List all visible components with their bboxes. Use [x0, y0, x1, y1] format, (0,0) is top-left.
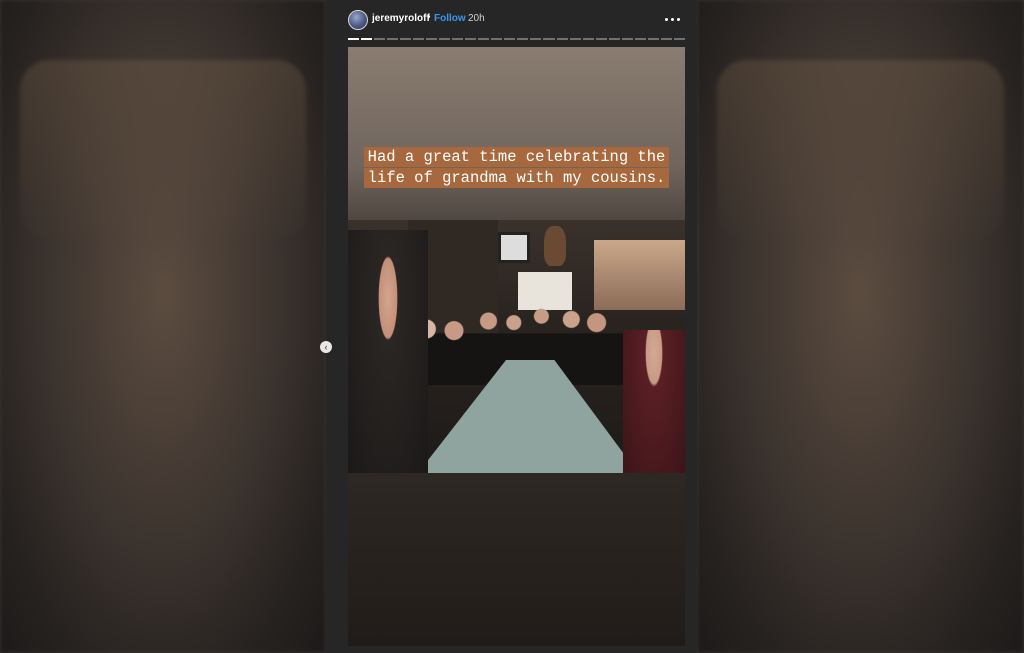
username[interactable]: jeremyroloff: [372, 13, 430, 24]
more-dots-icon[interactable]: [663, 12, 683, 26]
story-viewer: jeremyroloff • Follow 20h Had a great ti…: [320, 0, 697, 653]
story-progress-bar: [348, 38, 685, 40]
story-photo: [348, 220, 685, 473]
progress-segment: [491, 38, 503, 40]
story-media[interactable]: Had a great time celebrating the life of…: [348, 47, 685, 646]
progress-segment: [400, 38, 412, 40]
progress-segment: [569, 38, 581, 40]
progress-segment: [673, 38, 685, 40]
background-blur-left: [0, 0, 326, 653]
progress-segment: [361, 38, 373, 40]
separator-dot: •: [427, 12, 431, 23]
progress-segment: [504, 38, 516, 40]
story-caption: Had a great time celebrating the life of…: [348, 147, 685, 188]
progress-segment: [556, 38, 568, 40]
progress-segment: [387, 38, 399, 40]
story-caption-text: Had a great time celebrating the life of…: [363, 147, 670, 188]
progress-segment: [465, 38, 477, 40]
story-header: jeremyroloff • Follow 20h: [326, 0, 697, 40]
progress-segment: [660, 38, 672, 40]
progress-segment: [413, 38, 425, 40]
progress-segment: [517, 38, 529, 40]
progress-segment: [582, 38, 594, 40]
background-blur-right: [697, 0, 1024, 653]
post-time: 20h: [468, 13, 485, 24]
progress-segment: [634, 38, 646, 40]
progress-segment: [530, 38, 542, 40]
progress-segment: [608, 38, 620, 40]
follow-button[interactable]: Follow: [434, 13, 466, 24]
previous-story-button[interactable]: ‹: [320, 341, 332, 353]
progress-segment: [543, 38, 555, 40]
progress-segment: [647, 38, 659, 40]
progress-segment: [374, 38, 386, 40]
progress-segment: [621, 38, 633, 40]
progress-segment: [439, 38, 451, 40]
progress-segment: [426, 38, 438, 40]
progress-segment: [348, 38, 360, 40]
progress-segment: [452, 38, 464, 40]
progress-segment: [595, 38, 607, 40]
avatar[interactable]: [348, 10, 368, 30]
progress-segment: [478, 38, 490, 40]
